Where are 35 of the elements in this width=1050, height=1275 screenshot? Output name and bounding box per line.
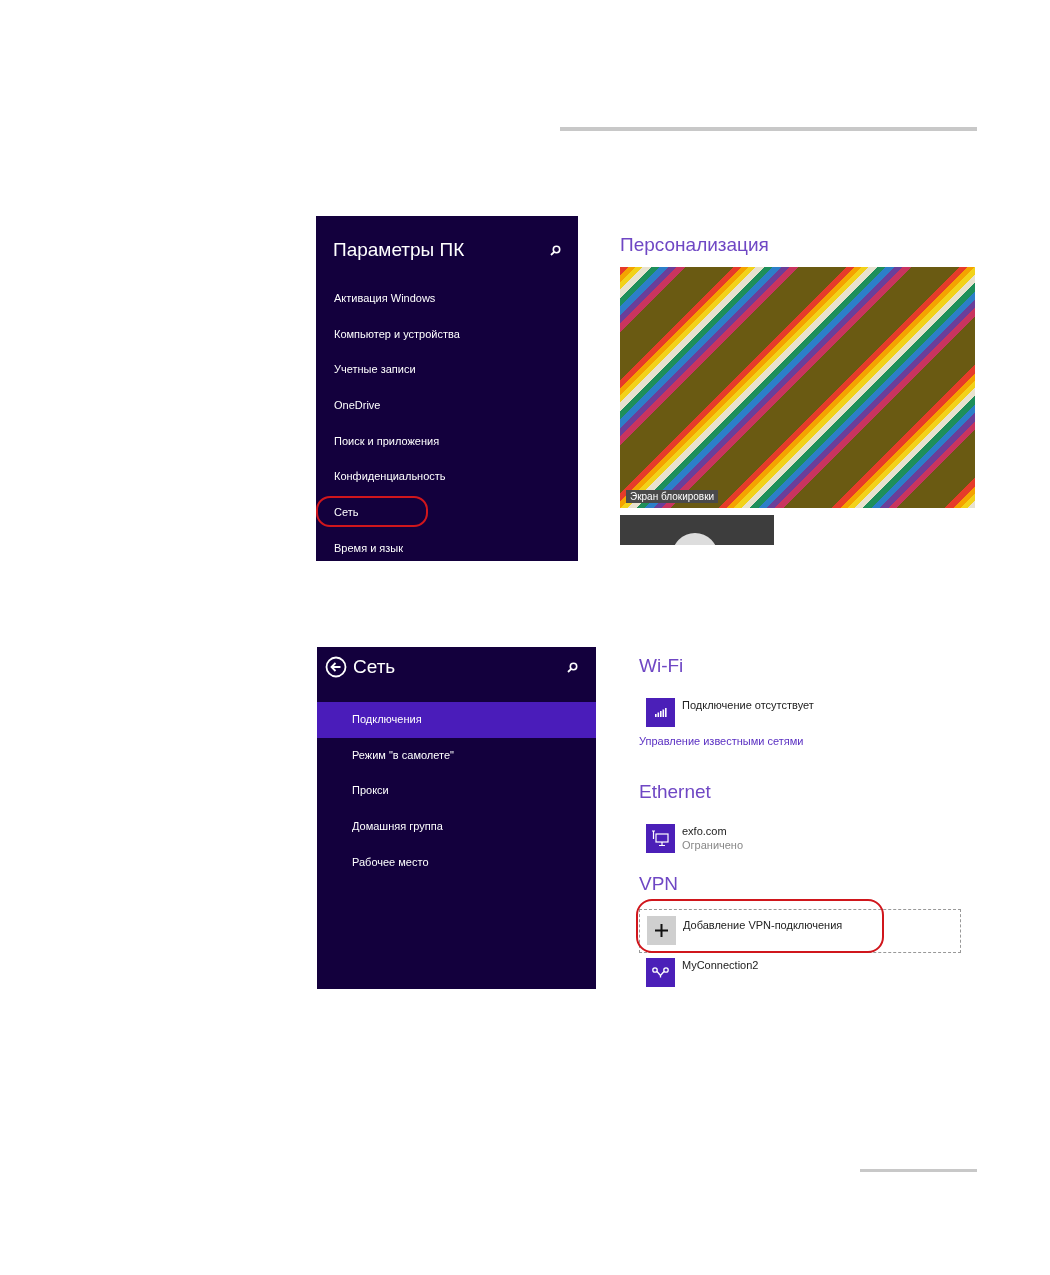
- nav-item[interactable]: Режим "в самолете": [317, 737, 596, 774]
- section-heading: Персонализация: [620, 234, 770, 256]
- plus-icon: [647, 916, 676, 945]
- network-status: Ограничено: [682, 838, 744, 852]
- network-name: exfo.com: [682, 824, 728, 838]
- panel-title: Параметры ПК: [333, 239, 466, 261]
- vpn-connection-name: MyConnection2: [682, 958, 759, 972]
- nav-item[interactable]: Подключения: [317, 702, 596, 738]
- nav-item[interactable]: Поиск и приложения: [316, 422, 578, 459]
- nav-item[interactable]: Сеть: [316, 494, 578, 530]
- manage-networks-link[interactable]: Управление известными сетями: [639, 735, 961, 747]
- section-heading: Wi-Fi: [639, 655, 685, 677]
- nav-item[interactable]: Рабочее место: [317, 844, 596, 881]
- vpn-link-icon[interactable]: [646, 958, 675, 987]
- add-vpn-label: Добавление VPN-подключения: [683, 918, 843, 933]
- photo-placeholder[interactable]: Экран блокировки: [620, 267, 975, 508]
- nav-item[interactable]: Время и язык: [316, 529, 578, 566]
- section-heading: Ethernet: [639, 781, 712, 803]
- nav-item[interactable]: Прокси: [317, 773, 596, 810]
- panel-title: Сеть: [353, 656, 397, 678]
- avatar-tile[interactable]: [620, 515, 774, 545]
- nav-item[interactable]: OneDrive: [316, 387, 578, 423]
- nav-item[interactable]: Конфиденциальность: [316, 458, 578, 495]
- monitor-icon[interactable]: [646, 824, 675, 853]
- nav-item[interactable]: Активация Windows: [316, 280, 578, 316]
- search-icon[interactable]: [567, 661, 578, 673]
- section-heading: VPN: [639, 873, 680, 895]
- nav-item[interactable]: Учетные записи: [316, 351, 578, 388]
- add-vpn-button[interactable]: Добавление VPN-подключения: [639, 909, 961, 953]
- search-icon[interactable]: [550, 244, 561, 256]
- nav-item[interactable]: Компьютер и устройства: [316, 315, 578, 352]
- photo-caption: Экран блокировки: [626, 490, 719, 503]
- connection-status: Подключение отсутствует: [682, 698, 814, 712]
- nav-item[interactable]: Домашняя группа: [317, 809, 596, 845]
- signal-bars-icon[interactable]: [646, 698, 675, 727]
